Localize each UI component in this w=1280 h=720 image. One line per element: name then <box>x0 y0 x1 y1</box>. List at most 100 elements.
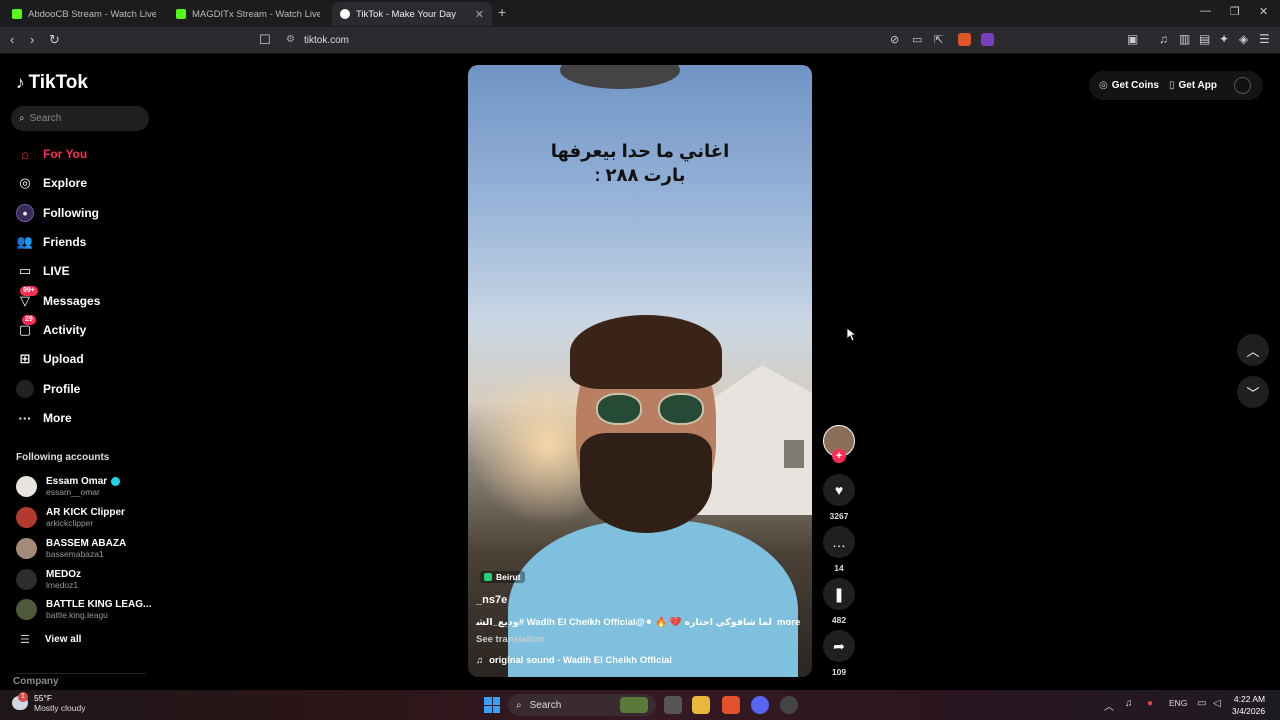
brave-rewards-icon[interactable] <box>981 33 994 46</box>
restore-button[interactable]: ❐ <box>1230 5 1240 18</box>
cast-icon[interactable]: ▭ <box>912 33 922 46</box>
menu-icon[interactable]: ☰ <box>1259 32 1270 46</box>
close-window-button[interactable]: ✕ <box>1259 5 1268 18</box>
list-icon: ☰ <box>20 634 30 646</box>
nav-following[interactable]: • Following <box>16 202 99 224</box>
like-action[interactable]: ♥ 3267 <box>823 474 855 521</box>
volume-icon[interactable]: ◁ <box>1213 698 1221 709</box>
browser-tab-active[interactable]: TikTok - Make Your Day ✕ <box>332 2 492 26</box>
location-tag[interactable]: Beirut <box>480 571 525 583</box>
nav-activity[interactable]: ▢ 29 Activity <box>16 315 86 341</box>
task-view-icon[interactable] <box>664 696 682 714</box>
location-pin-icon <box>484 573 492 581</box>
following-account[interactable]: MEDOz lmedoz1 <box>16 569 81 590</box>
comment-icon[interactable]: … <box>823 526 855 558</box>
upload-icon: ⊞ <box>19 351 31 366</box>
taskbar-clock[interactable]: 4:22 AM 3/4/2026 <box>1232 693 1265 717</box>
close-tab-icon[interactable]: ✕ <box>475 8 484 21</box>
chevron-down-icon: ﹀ <box>1246 385 1260 401</box>
mouse-cursor-icon <box>846 327 856 342</box>
taskbar-search[interactable]: ⌕ Search <box>508 694 656 716</box>
brave-shields-icon[interactable] <box>958 33 971 46</box>
wallet-icon[interactable]: ▤ <box>1199 32 1210 46</box>
nav-label: Explore <box>43 176 88 190</box>
previous-video-button[interactable]: ︿ <box>1237 334 1269 366</box>
tray-overflow-icon[interactable]: ︿ <box>1104 698 1114 713</box>
language-indicator[interactable]: ENG <box>1169 698 1187 708</box>
address-bar[interactable]: ⚙ tiktok.com ⊘ ▭ ⇱ <box>278 30 1000 51</box>
headset-icon[interactable]: ♫ <box>1125 698 1133 709</box>
following-account[interactable]: BASSEM ABAZA bassemabaza1 <box>16 538 126 559</box>
network-icon[interactable]: ▭ <box>1197 698 1206 709</box>
account-name: MEDOz <box>46 569 81 580</box>
weather-widget[interactable]: 1 55°F Mostly cloudy <box>12 692 86 713</box>
nav-messages[interactable]: ▽ 99+ Messages <box>16 286 100 312</box>
share-icon[interactable]: ⇱ <box>934 33 943 46</box>
following-account[interactable]: BATTLE KING LEAG... battle.king.leagu <box>16 599 151 620</box>
view-all-button[interactable]: ☰ View all <box>20 633 81 646</box>
browser-tab[interactable]: MAGDITx Stream - Watch Live on Kic <box>168 2 328 26</box>
nav-friends[interactable]: 👥 Friends <box>16 231 86 253</box>
video-overlay-text: اغاني ما حدا بيعرفها <box>550 141 730 161</box>
nav-live[interactable]: ▭ LIVE <box>16 260 70 282</box>
following-account[interactable]: AR KICK Clipper arkickclipper <box>16 507 125 528</box>
windows-start-button[interactable] <box>484 697 500 713</box>
translate-icon[interactable]: ⊘ <box>890 33 899 46</box>
like-count: 3267 <box>829 511 849 521</box>
get-app-button[interactable]: ▯ Get App <box>1169 80 1217 91</box>
leo-ai-icon[interactable]: ✦ <box>1219 32 1229 46</box>
browser-tab[interactable]: AbdooCB Stream - Watch Live on Kic <box>4 2 164 26</box>
compass-icon: ◎ <box>19 175 31 190</box>
reload-button[interactable]: ↻ <box>49 32 60 48</box>
video-person-hair <box>570 315 722 389</box>
follow-plus-icon[interactable]: + <box>832 449 846 463</box>
comment-action[interactable]: … 14 <box>823 526 855 573</box>
following-account[interactable]: Essam Omar essam__omar <box>16 476 121 497</box>
logo-text: TikTok <box>28 72 88 93</box>
nav-label: Following <box>43 206 99 220</box>
sidebar-toggle-icon[interactable]: ▥ <box>1179 32 1190 46</box>
user-avatar[interactable] <box>1234 77 1251 94</box>
share-arrow-icon[interactable]: ➦ <box>823 630 855 662</box>
search-input[interactable]: ⌕ Search <box>11 106 149 131</box>
file-explorer-icon[interactable] <box>692 696 710 714</box>
discord-icon[interactable] <box>751 696 769 714</box>
activity-badge: 29 <box>22 315 36 325</box>
share-action[interactable]: ➦ 109 <box>823 630 855 677</box>
nav-more[interactable]: ··· More <box>16 407 72 429</box>
microphone-icon[interactable]: ● <box>1147 698 1153 709</box>
nav-upload[interactable]: ⊞ Upload <box>16 348 84 370</box>
company-link[interactable]: Company <box>13 676 59 687</box>
sound-link[interactable]: ♫ original sound - Wadih El Cheikh Offic… <box>476 655 672 666</box>
heart-icon[interactable]: ♥ <box>823 474 855 506</box>
nav-for-you[interactable]: ⌂ For You <box>16 143 87 165</box>
clock-time: 4:22 AM <box>1233 694 1266 704</box>
brave-browser-icon[interactable] <box>722 696 740 714</box>
new-tab-button[interactable]: + <box>498 4 506 20</box>
media-icon[interactable]: ♫ <box>1159 32 1168 46</box>
forward-button[interactable]: › <box>30 32 34 47</box>
chevron-up-icon: ︿ <box>1246 343 1260 359</box>
get-coins-button[interactable]: ◎ Get Coins <box>1099 80 1159 91</box>
nav-profile[interactable]: Profile <box>16 378 80 400</box>
tiktok-logo[interactable]: ♪ TikTok <box>16 72 88 94</box>
minimize-button[interactable]: — <box>1200 5 1211 17</box>
site-info-icon[interactable]: ⚙ <box>286 34 295 45</box>
back-button[interactable]: ‹ <box>10 32 14 47</box>
more-button[interactable]: more <box>777 617 800 628</box>
next-video-button[interactable]: ﹀ <box>1237 376 1269 408</box>
video-author[interactable]: _ns7e <box>476 594 507 606</box>
tab-search-icon[interactable]: ▣ <box>1127 32 1138 46</box>
video-person-beard <box>580 433 712 533</box>
search-highlight-icon <box>620 697 648 713</box>
bookmark-icon[interactable]: ☐ <box>259 32 271 48</box>
vpn-icon[interactable]: ◈ <box>1239 32 1248 46</box>
see-translation-button[interactable]: See translation <box>476 634 544 645</box>
kick-favicon-icon <box>12 9 22 19</box>
save-action[interactable]: ❚ 482 <box>823 578 855 625</box>
nav-explore[interactable]: ◎ Explore <box>16 172 87 194</box>
app-icon[interactable] <box>780 696 798 714</box>
comment-count: 14 <box>834 563 844 573</box>
video-player[interactable]: اغاني ما حدا بيعرفها بارت ٢٨٨ : Beirut _… <box>468 65 812 677</box>
bookmark-icon[interactable]: ❚ <box>823 578 855 610</box>
